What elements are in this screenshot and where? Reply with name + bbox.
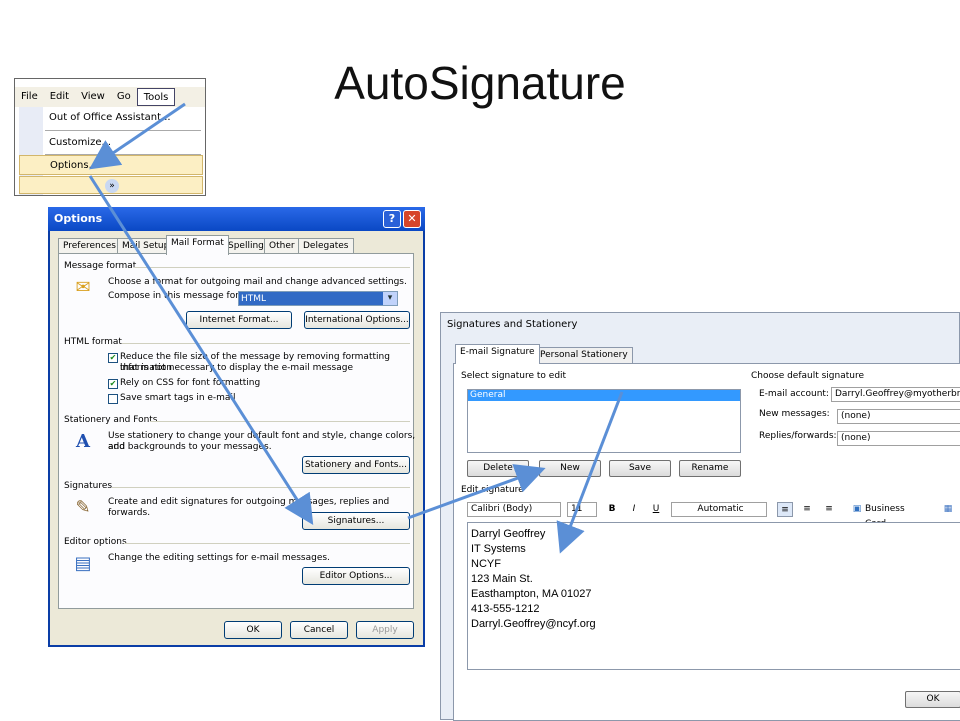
- stationery-abc-icon: A: [76, 431, 90, 452]
- edit-signature-label: Edit signature: [461, 485, 524, 495]
- stationery-fonts-button[interactable]: Stationery and Fonts...: [302, 456, 410, 474]
- menu-go[interactable]: Go: [111, 88, 137, 106]
- section-html-format: HTML format: [64, 337, 122, 347]
- menu-item-customize[interactable]: Customize...: [19, 133, 203, 153]
- editor-desc: Change the editing settings for e-mail m…: [108, 553, 330, 563]
- editor-options-button[interactable]: Editor Options...: [302, 567, 410, 585]
- reduce-size-label-2: that is not necessary to display the e-m…: [120, 363, 354, 373]
- picture-icon[interactable]: ▦: [941, 502, 955, 517]
- apply-button[interactable]: Apply: [356, 621, 414, 639]
- internet-format-button[interactable]: Internet Format...: [186, 311, 292, 329]
- tab-preferences[interactable]: Preferences: [58, 238, 121, 254]
- underline-button[interactable]: U: [649, 502, 663, 517]
- menubar: File Edit View Go Tools: [15, 87, 205, 107]
- envelope-icon: ✉: [75, 277, 91, 298]
- signature-line: NCYF: [471, 558, 501, 570]
- section-message-format: Message format: [64, 261, 137, 271]
- cancel-button[interactable]: Cancel: [290, 621, 348, 639]
- signature-pen-icon: ✎: [75, 497, 91, 518]
- divider: [112, 487, 410, 488]
- tab-other[interactable]: Other: [264, 238, 300, 254]
- divider: [150, 421, 410, 422]
- tab-delegates[interactable]: Delegates: [298, 238, 354, 254]
- align-left-icon[interactable]: ≡: [777, 502, 793, 517]
- tab-email-signature[interactable]: E-mail Signature: [455, 344, 540, 364]
- international-options-button[interactable]: International Options...: [304, 311, 410, 329]
- compose-format-value: HTML: [241, 294, 267, 304]
- email-account-label: E-mail account:: [759, 389, 829, 399]
- font-select[interactable]: Calibri (Body): [467, 502, 561, 517]
- compose-format-select[interactable]: HTML ▾: [238, 291, 398, 306]
- menu-separator: [45, 130, 201, 131]
- options-title: Options: [48, 207, 425, 231]
- options-dialog: Options ? ✕ Preferences Mail Setup Mail …: [48, 207, 425, 647]
- color-select[interactable]: Automatic: [671, 502, 767, 517]
- menu-edit[interactable]: Edit: [44, 88, 75, 106]
- ok-button[interactable]: OK: [224, 621, 282, 639]
- slide-title: AutoSignature: [334, 57, 626, 109]
- tools-menu: File Edit View Go Tools Out of Office As…: [14, 78, 206, 196]
- replies-label: Replies/forwards:: [759, 431, 837, 441]
- signature-list[interactable]: General: [467, 389, 741, 453]
- chevron-down-icon[interactable]: ▾: [383, 292, 397, 305]
- signature-editor[interactable]: Darryl Geoffrey IT Systems NCYF 123 Main…: [467, 522, 960, 670]
- tab-spelling[interactable]: Spelling: [223, 238, 269, 254]
- tab-mail-format[interactable]: Mail Format: [166, 235, 229, 255]
- editor-document-icon: ▤: [74, 553, 92, 574]
- close-icon[interactable]: ✕: [403, 210, 421, 228]
- signatures-button[interactable]: Signatures...: [302, 512, 410, 530]
- signature-line: Darryl Geoffrey: [471, 528, 546, 540]
- align-center-icon[interactable]: ≡: [799, 502, 815, 517]
- list-item[interactable]: General: [468, 390, 740, 401]
- divider: [124, 543, 410, 544]
- size-select[interactable]: 11: [567, 502, 597, 517]
- signature-line: IT Systems: [471, 543, 526, 555]
- business-card-icon: ▣: [852, 504, 862, 514]
- tab-personal-stationery[interactable]: Personal Stationery: [535, 347, 633, 363]
- bold-button[interactable]: B: [605, 502, 619, 517]
- stationery-desc-2: add backgrounds to your messages.: [108, 442, 272, 452]
- help-icon[interactable]: ?: [383, 210, 401, 228]
- signature-line: Easthampton, MA 01027: [471, 588, 592, 600]
- menu-item-options[interactable]: Options...: [19, 155, 203, 175]
- css-checkbox[interactable]: ✔: [108, 379, 118, 389]
- reduce-size-checkbox[interactable]: ✔: [108, 353, 118, 363]
- section-signatures: Signatures: [64, 481, 113, 491]
- new-messages-label: New messages:: [759, 409, 830, 419]
- divider: [134, 267, 410, 268]
- section-editor-options: Editor options: [64, 537, 127, 547]
- choose-default-label: Choose default signature: [751, 371, 865, 381]
- sig-ok-button[interactable]: OK: [905, 691, 960, 708]
- smart-tags-label: Save smart tags in e-mail: [120, 393, 236, 403]
- rename-button[interactable]: Rename: [679, 460, 741, 477]
- css-label: Rely on CSS for font formatting: [120, 378, 261, 388]
- align-right-icon[interactable]: ≡: [821, 502, 837, 517]
- menu-item-out-of-office[interactable]: Out of Office Assistant...: [19, 108, 203, 128]
- email-account-select[interactable]: Darryl.Geoffrey@myotherbroth: [831, 387, 960, 402]
- save-button[interactable]: Save: [609, 460, 671, 477]
- menu-tools[interactable]: Tools: [136, 88, 176, 106]
- menu-file[interactable]: File: [15, 88, 44, 106]
- signatures-dialog-title: Signatures and Stationery: [447, 319, 578, 330]
- section-stationery: Stationery and Fonts: [64, 415, 158, 425]
- chevron-down-double-icon[interactable]: »: [105, 179, 119, 193]
- divider: [122, 343, 410, 344]
- signature-line: 413-555-1212: [471, 603, 540, 615]
- select-signature-label: Select signature to edit: [461, 371, 567, 381]
- compose-label: Compose in this message format:: [108, 291, 260, 301]
- new-button[interactable]: New: [539, 460, 601, 477]
- business-card-button[interactable]: Business Card: [865, 502, 927, 529]
- signature-line: Darryl.Geoffrey@ncyf.org: [471, 618, 596, 630]
- signature-line: 123 Main St.: [471, 573, 533, 585]
- message-format-desc: Choose a format for outgoing mail and ch…: [108, 277, 407, 287]
- signatures-dialog: Signatures and Stationery E-mail Signatu…: [440, 312, 960, 721]
- menu-view[interactable]: View: [75, 88, 111, 106]
- smart-tags-checkbox[interactable]: [108, 394, 118, 404]
- replies-select[interactable]: (none): [837, 431, 960, 446]
- italic-button[interactable]: I: [627, 502, 641, 517]
- new-messages-select[interactable]: (none): [837, 409, 960, 424]
- delete-button[interactable]: Delete: [467, 460, 529, 477]
